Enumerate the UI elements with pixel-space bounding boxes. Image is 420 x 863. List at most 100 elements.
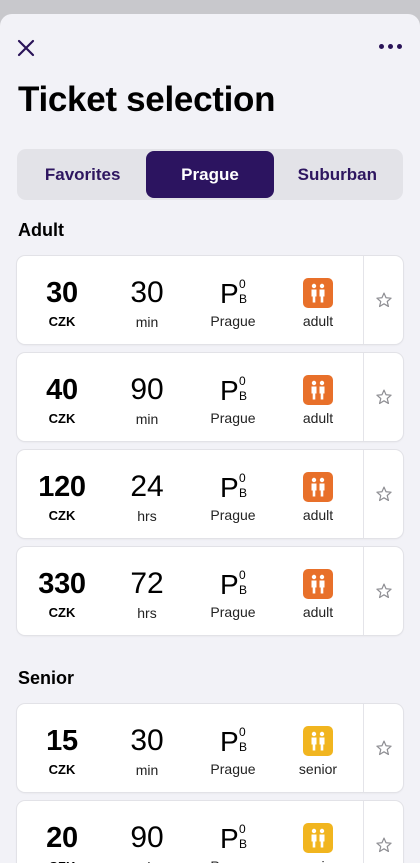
zone-superscript: 0 bbox=[239, 822, 246, 836]
price-value: 30 bbox=[46, 277, 78, 309]
zone-name: Prague bbox=[210, 410, 256, 426]
ticket-zone: P0B Prague bbox=[189, 450, 277, 538]
ticket-duration: 90 min bbox=[103, 801, 191, 863]
ticket-select-area[interactable]: 330 CZK 72 hrs P 0 B Prague adult bbox=[17, 547, 363, 635]
duration-value: 30 bbox=[130, 276, 164, 309]
adult-persons-icon bbox=[303, 375, 333, 405]
top-bar bbox=[0, 14, 420, 76]
favorite-toggle[interactable] bbox=[363, 704, 403, 792]
zone-name: Prague bbox=[210, 313, 256, 329]
price-value: 330 bbox=[38, 568, 86, 600]
ticket-select-area[interactable]: 20 CZK 90 min P0B Prague senior bbox=[17, 801, 363, 863]
favorite-toggle[interactable] bbox=[363, 256, 403, 344]
section-title-adult: Adult bbox=[18, 220, 64, 240]
star-icon bbox=[375, 837, 392, 853]
ticket-duration: 30 min bbox=[103, 704, 191, 792]
zone-superscript: 0 bbox=[239, 568, 246, 582]
ticket-price: 20 CZK bbox=[17, 801, 107, 863]
duration-unit: hrs bbox=[137, 508, 157, 524]
ticket-type: senior bbox=[275, 801, 361, 863]
ticket-select-area[interactable]: 120 CZK 24 hrs P 0 B Prague adult bbox=[17, 450, 363, 538]
zone-subscript: B bbox=[239, 837, 248, 851]
price-value: 120 bbox=[38, 471, 86, 503]
zone-tabs: Favorites Prague Suburban bbox=[17, 149, 403, 200]
price-currency: CZK bbox=[48, 411, 76, 426]
zone-name: Prague bbox=[210, 604, 256, 620]
zone-symbol: P0B bbox=[213, 823, 253, 856]
ticket-selection-sheet: Ticket selection Favorites Prague Suburb… bbox=[0, 14, 420, 863]
ticket-price: 40 CZK bbox=[17, 353, 107, 441]
ticket-type: adult bbox=[275, 256, 361, 344]
close-button[interactable] bbox=[12, 34, 40, 62]
ticket-select-area[interactable]: 15 CZK 30 min P 0 B Prague senior bbox=[17, 704, 363, 792]
ticket-type-label: adult bbox=[302, 604, 334, 620]
ticket-price: 15 CZK bbox=[17, 704, 107, 792]
favorite-toggle[interactable] bbox=[363, 547, 403, 635]
duration-value: 72 bbox=[130, 567, 164, 600]
more-horizontal-icon bbox=[378, 43, 384, 49]
price-value: 40 bbox=[46, 374, 78, 406]
duration-value: 30 bbox=[130, 724, 164, 757]
duration-unit: min bbox=[135, 411, 159, 427]
senior-persons-icon bbox=[303, 726, 333, 756]
zone-symbol: P0B bbox=[213, 472, 253, 505]
adult-persons-icon bbox=[303, 569, 333, 599]
duration-value: 90 bbox=[130, 373, 164, 406]
zone-letter: P bbox=[220, 472, 239, 503]
ticket-zone: P0B Prague bbox=[189, 547, 277, 635]
ticket-select-area[interactable]: 30 CZK 30 min P 0 B Prague adult bbox=[17, 256, 363, 344]
price-currency: CZK bbox=[48, 605, 76, 620]
ticket-zone: P0B Prague bbox=[189, 801, 277, 863]
ticket-select-area[interactable]: 40 CZK 90 min P 0 B Prague adult bbox=[17, 353, 363, 441]
price-value: 20 bbox=[46, 822, 78, 854]
zone-superscript: 0 bbox=[239, 374, 246, 388]
zone-subscript: B bbox=[239, 292, 248, 306]
tab-suburban[interactable]: Suburban bbox=[274, 151, 401, 198]
favorite-toggle[interactable] bbox=[363, 801, 403, 863]
ticket-duration: 24 hrs bbox=[103, 450, 191, 538]
zone-letter: P bbox=[220, 726, 239, 757]
favorite-toggle[interactable] bbox=[363, 353, 403, 441]
ticket-price: 330 CZK bbox=[17, 547, 107, 635]
ticket-card: 120 CZK 24 hrs P 0 B Prague adult bbox=[17, 450, 403, 538]
duration-value: 24 bbox=[130, 470, 164, 503]
star-icon bbox=[375, 740, 392, 756]
zone-superscript: 0 bbox=[239, 277, 246, 291]
zone-letter: P bbox=[220, 375, 239, 406]
price-currency: CZK bbox=[48, 314, 76, 329]
zone-name: Prague bbox=[210, 858, 255, 863]
star-icon bbox=[375, 292, 392, 308]
ticket-zone: P0B Prague bbox=[189, 704, 277, 792]
tab-prague[interactable]: Prague bbox=[146, 151, 274, 198]
ticket-card: 15 CZK 30 min P 0 B Prague senior bbox=[17, 704, 403, 792]
tab-favorites[interactable]: Favorites bbox=[19, 151, 146, 198]
price-currency: CZK bbox=[48, 762, 76, 777]
zone-letter: P bbox=[220, 569, 239, 600]
zone-symbol: P0B bbox=[213, 375, 253, 408]
ticket-type-label: senior bbox=[298, 761, 338, 777]
zone-letter: P bbox=[220, 278, 239, 309]
adult-persons-icon bbox=[303, 472, 333, 502]
zone-symbol: P0B bbox=[213, 569, 253, 602]
ticket-card: 30 CZK 30 min P 0 B Prague adult bbox=[17, 256, 403, 344]
zone-superscript: 0 bbox=[239, 471, 246, 485]
star-icon bbox=[375, 486, 392, 502]
ticket-type-label: adult bbox=[302, 507, 334, 523]
price-currency: CZK bbox=[48, 508, 76, 523]
zone-superscript: 0 bbox=[239, 725, 246, 739]
price-currency: CZK bbox=[49, 859, 76, 863]
more-options-button[interactable] bbox=[374, 34, 406, 58]
zone-name: Prague bbox=[210, 507, 256, 523]
ticket-card: 20 CZK 90 min P0B Prague senior bbox=[17, 801, 403, 863]
duration-unit: hrs bbox=[137, 605, 157, 621]
duration-value: 90 bbox=[130, 821, 164, 854]
zone-subscript: B bbox=[239, 389, 248, 403]
ticket-zone: P0B Prague bbox=[189, 353, 277, 441]
star-icon bbox=[375, 389, 392, 405]
zone-subscript: B bbox=[239, 583, 248, 597]
ticket-zone: P0B Prague bbox=[189, 256, 277, 344]
duration-unit: min bbox=[136, 859, 159, 863]
price-value: 15 bbox=[46, 725, 78, 757]
close-icon bbox=[17, 39, 35, 57]
favorite-toggle[interactable] bbox=[363, 450, 403, 538]
